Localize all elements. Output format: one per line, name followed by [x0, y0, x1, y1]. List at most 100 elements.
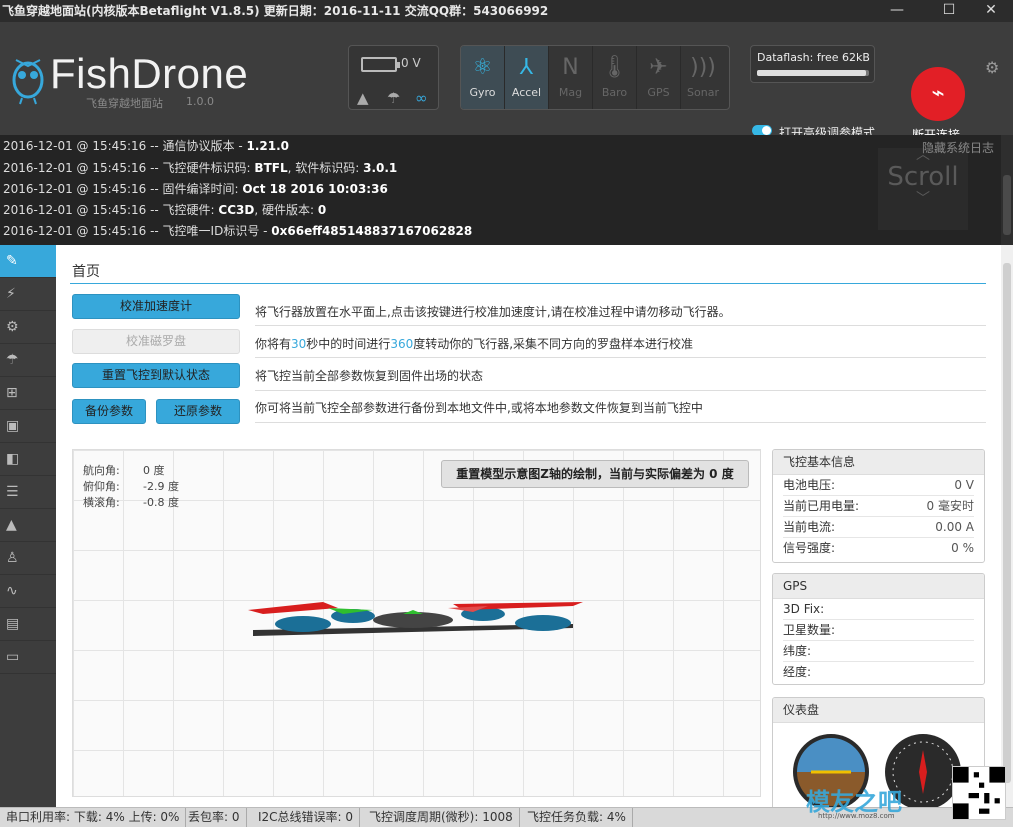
reset-z-axis-button[interactable]: 重置模型示意图Z轴的绘制，当前与实际偏差为 0 度	[441, 460, 749, 488]
sidebar-item-ports[interactable]: ⚡	[0, 278, 56, 311]
info-label: 信号强度:	[783, 541, 836, 555]
app-subtitle: 飞鱼穿越地面站	[86, 97, 163, 110]
sensor-mag: N Mag	[549, 46, 593, 109]
window-title: 飞鱼穿越地面站(内核版本Betaflight V1.8.5) 更新日期：2016…	[2, 4, 549, 18]
sidebar-item-sensors[interactable]: ∿	[0, 575, 56, 608]
minimize-button[interactable]: —	[874, 0, 920, 22]
owl-logo-icon	[12, 59, 44, 105]
pitch-value: -2.9 度	[143, 480, 179, 493]
log-line: 2016-12-01 @ 15:45:16 -- 固件编译时间: Oct 18 …	[3, 179, 388, 199]
calibrate-mag-button[interactable]: 校准磁罗盘	[72, 329, 240, 354]
gps-row-fix: 3D Fix:	[783, 599, 974, 620]
row-divider	[255, 422, 986, 423]
log-value: BTFL	[254, 161, 288, 175]
sidebar: ✎ ⚡ ⚙ ☂ ⊞ ▣ ◧ ☰ ▲ ♙ ∿ ▤ ▭	[0, 245, 56, 807]
info-value: 0 %	[951, 541, 974, 555]
gps-title: GPS	[773, 574, 984, 599]
log-line: 2016-12-01 @ 15:45:16 -- 飞控硬件: CC3D, 硬件版…	[3, 200, 326, 220]
info-label: 当前电流:	[783, 520, 836, 534]
disconnect-button[interactable]: ⌁	[911, 67, 965, 121]
roll-value: -0.8 度	[143, 496, 179, 509]
scroll-indicator: ︿ Scroll ﹀	[878, 148, 968, 230]
app-window: 飞鱼穿越地面站(内核版本Betaflight V1.8.5) 更新日期：2016…	[0, 0, 1013, 827]
main-scrollbar[interactable]	[1001, 245, 1013, 807]
sidebar-item-failsafe[interactable]: ☂	[0, 344, 56, 377]
sensor-sonar: ))) Sonar	[681, 46, 725, 109]
header: FishDrone 飞鱼穿越地面站 1.0.0 0 V ▲ ☂ ∞ ⚛ Gyro…	[0, 22, 1013, 142]
sidebar-item-receiver[interactable]: ▣	[0, 410, 56, 443]
status-cycle-time: 飞控调度周期(微秒): 1008	[363, 808, 520, 827]
sensor-label: Gyro	[469, 86, 496, 99]
sidebar-item-pid[interactable]: ⊞	[0, 377, 56, 410]
log-line: 2016-12-01 @ 15:45:16 -- 飞控硬件标识码: BTFL, …	[3, 158, 397, 178]
hide-log-link[interactable]: 隐藏系统日志	[922, 139, 994, 156]
log-value: Oct 18 2016 10:03:36	[242, 182, 388, 196]
settings-gear-icon[interactable]: ⚙	[985, 58, 999, 77]
fc-info-title: 飞控基本信息	[773, 450, 984, 475]
wrench-icon: ✎	[6, 253, 18, 269]
sidebar-item-blackbox[interactable]: ▤	[0, 608, 56, 641]
sensor-label: Mag	[558, 86, 583, 99]
status-i2c-errors: I2C总线错误率: 0	[252, 808, 361, 827]
sidebar-item-setup[interactable]: ✎	[0, 245, 56, 278]
network-icon: ⊞	[6, 385, 18, 401]
baro-icon: 🌡	[600, 55, 629, 80]
sensor-gyro: ⚛ Gyro	[461, 46, 505, 109]
flask-icon: ♙	[6, 550, 19, 566]
log-text: , 硬件版本:	[254, 203, 318, 217]
fc-info-panel: 飞控基本信息 电池电压: 0 V 当前已用电量: 0 毫安时 当前电流: 0.00 A…	[772, 449, 985, 563]
backup-button[interactable]: 备份参数	[72, 399, 146, 424]
pitch-label: 俯仰角:	[83, 480, 120, 493]
desc-highlight: 30	[291, 337, 307, 351]
sensor-accel: ⅄ Accel	[505, 46, 549, 109]
desc-text: 秒中的时间进行	[306, 337, 391, 351]
calibrate-accel-description: 将飞行器放置在水平面上,点击该按键进行校准加速度计,请在校准过程中请勿移动飞行器…	[255, 305, 731, 319]
sidebar-item-configuration[interactable]: ⚙	[0, 311, 56, 344]
pulse-icon: ∿	[6, 583, 18, 599]
backup-description: 你可将当前飞控全部参数进行备份到本地文件中,或将本地参数文件恢复到当前飞控中	[255, 401, 703, 415]
mag-icon: N	[562, 55, 579, 80]
dataflash-panel: Dataflash: free 62kB	[750, 45, 875, 83]
log-value: 0	[317, 203, 327, 217]
sidebar-item-servos[interactable]: ▲	[0, 509, 56, 542]
sidebar-item-adjustments[interactable]: ☰	[0, 476, 56, 509]
usb-icon: ⌁	[931, 81, 945, 106]
log-scrollbar[interactable]	[1001, 135, 1013, 245]
sensor-panel: ⚛ Gyro ⅄ Accel N Mag 🌡 Baro ✈ GPS ))) So…	[460, 45, 730, 110]
log-line: 2016-12-01 @ 15:45:16 -- 通信协议版本 - 1.21.0	[3, 136, 289, 156]
title-bar: 飞鱼穿越地面站(内核版本Betaflight V1.8.5) 更新日期：2016…	[0, 0, 1013, 22]
sensor-label: GPS	[647, 86, 670, 99]
sidebar-item-modes[interactable]: ◧	[0, 443, 56, 476]
sidebar-item-motors[interactable]: ♙	[0, 542, 56, 575]
row-divider	[255, 390, 986, 391]
calibrate-mag-description: 你将有30秒中的时间进行360度转动你的飞行器,采集不同方向的罗盘样本进行校准	[255, 335, 693, 352]
log-value: 1.21.0	[246, 139, 290, 153]
plug-icon: ⚡	[6, 286, 16, 302]
info-value: 0.00 A	[935, 520, 974, 534]
log-scrollbar-thumb[interactable]	[1003, 175, 1011, 235]
drive-icon: ▤	[6, 616, 20, 632]
close-button[interactable]: ✕	[968, 0, 1013, 22]
info-label: 当前已用电量:	[783, 499, 860, 513]
sensor-label: Sonar	[687, 86, 719, 99]
sliders-icon: ☰	[6, 484, 19, 500]
log-value: 3.0.1	[363, 161, 398, 175]
calibrate-accel-button[interactable]: 校准加速度计	[72, 294, 240, 319]
reset-defaults-button[interactable]: 重置飞控到默认状态	[72, 363, 240, 388]
model-view[interactable]: 航向角: 0 度 俯仰角: -2.9 度 横滚角: -0.8 度 重置模型示意图…	[72, 449, 761, 797]
maximize-button[interactable]: ☐	[926, 0, 972, 22]
desc-highlight: 360	[390, 337, 414, 351]
sidebar-item-cli[interactable]: ▭	[0, 641, 56, 674]
robot-icon: ▣	[6, 418, 20, 434]
info-label: 电池电压:	[783, 478, 836, 492]
title-divider	[70, 283, 986, 284]
restore-button[interactable]: 还原参数	[156, 399, 240, 424]
battery-voltage: 0 V	[401, 56, 421, 70]
dataflash-label: Dataflash: free 62kB	[757, 51, 870, 64]
row-divider	[255, 357, 986, 358]
dataflash-bar	[757, 70, 869, 76]
log-value: CC3D	[218, 203, 255, 217]
link-icon: ∞	[415, 89, 428, 107]
log-value: 0x66eff485148837167062828	[271, 224, 473, 238]
main-scrollbar-thumb[interactable]	[1003, 263, 1011, 783]
